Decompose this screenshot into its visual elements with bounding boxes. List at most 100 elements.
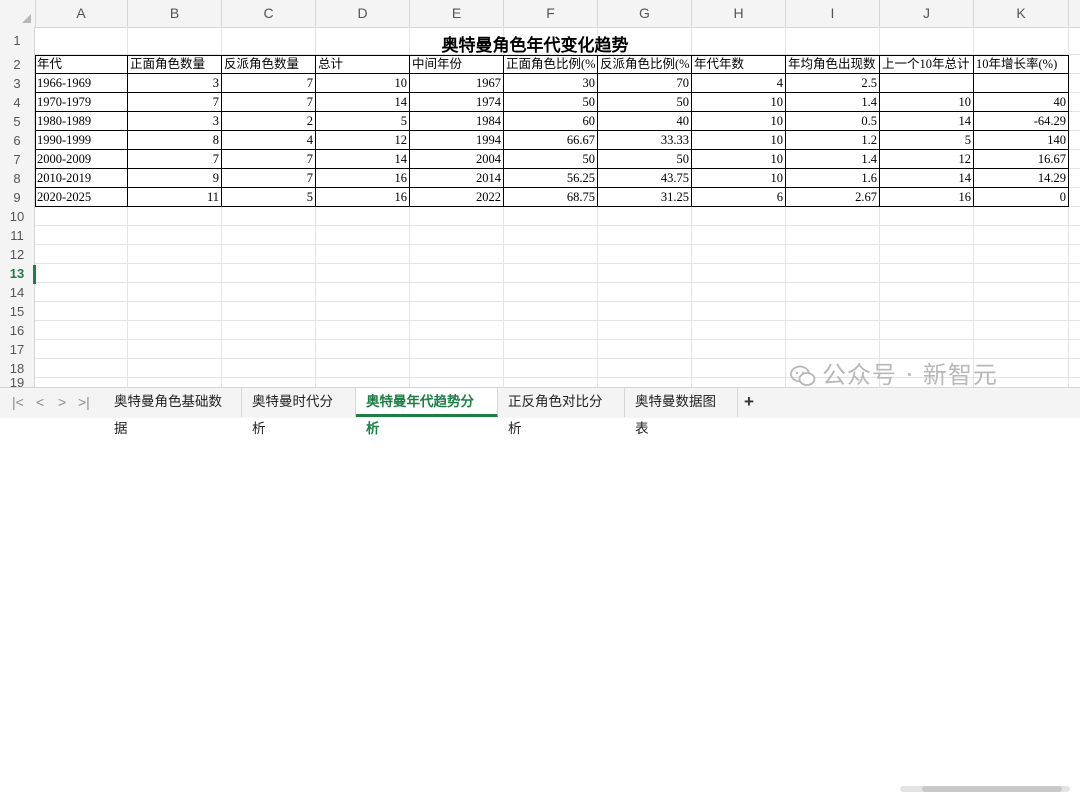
table-cell[interactable]: 7 <box>222 150 316 169</box>
table-cell[interactable]: 2.5 <box>786 74 880 93</box>
table-cell[interactable]: 56.25 <box>504 169 598 188</box>
column-header-j[interactable]: J <box>880 0 974 27</box>
header-cell[interactable]: 10年增长率(%) <box>974 55 1069 74</box>
header-cell[interactable]: 年均角色出现数 <box>786 55 880 74</box>
table-cell[interactable]: 1.4 <box>786 93 880 112</box>
table-cell[interactable]: 43.75 <box>598 169 692 188</box>
table-cell[interactable]: 40 <box>598 112 692 131</box>
table-cell[interactable]: 3 <box>128 74 222 93</box>
table-cell[interactable]: 0.5 <box>786 112 880 131</box>
table-cell[interactable]: 68.75 <box>504 188 598 207</box>
column-header-b[interactable]: B <box>128 0 222 27</box>
table-cell[interactable]: 14 <box>880 112 974 131</box>
next-sheet-button[interactable]: > <box>58 394 66 410</box>
table-cell[interactable]: 14.29 <box>974 169 1069 188</box>
table-cell[interactable]: 2010-2019 <box>35 169 128 188</box>
select-all-corner[interactable] <box>0 0 36 27</box>
row-header-8[interactable]: 8 <box>0 169 35 188</box>
table-cell[interactable]: 0 <box>974 188 1069 207</box>
table-cell[interactable]: 1.4 <box>786 150 880 169</box>
table-cell[interactable]: 10 <box>316 74 410 93</box>
row-header-9[interactable]: 9 <box>0 188 35 207</box>
table-cell[interactable]: 10 <box>692 131 786 150</box>
table-cell[interactable]: 1.2 <box>786 131 880 150</box>
table-cell[interactable]: 66.67 <box>504 131 598 150</box>
table-cell[interactable]: 31.25 <box>598 188 692 207</box>
column-header-g[interactable]: G <box>598 0 692 27</box>
row-header-6[interactable]: 6 <box>0 131 35 150</box>
table-cell[interactable]: 11 <box>128 188 222 207</box>
table-cell[interactable]: 70 <box>598 74 692 93</box>
table-cell[interactable]: 10 <box>692 112 786 131</box>
add-sheet-button[interactable]: + <box>744 392 754 412</box>
row-header-5[interactable]: 5 <box>0 112 35 131</box>
table-cell[interactable]: 2000-2009 <box>35 150 128 169</box>
table-cell[interactable]: 14 <box>316 150 410 169</box>
row-header-15[interactable]: 15 <box>0 302 35 321</box>
table-cell[interactable]: 14 <box>316 93 410 112</box>
header-cell[interactable]: 总计 <box>316 55 410 74</box>
table-cell[interactable]: 1980-1989 <box>35 112 128 131</box>
table-cell[interactable]: 1.6 <box>786 169 880 188</box>
header-cell[interactable]: 正面角色比例(% <box>504 55 598 74</box>
table-cell[interactable]: 1994 <box>410 131 504 150</box>
table-cell[interactable]: 7 <box>222 93 316 112</box>
table-cell[interactable]: 5 <box>222 188 316 207</box>
table-cell[interactable]: 9 <box>128 169 222 188</box>
row-header-17[interactable]: 17 <box>0 340 35 359</box>
table-cell[interactable]: 2 <box>222 112 316 131</box>
header-cell[interactable]: 正面角色数量 <box>128 55 222 74</box>
table-cell[interactable]: 30 <box>504 74 598 93</box>
table-cell[interactable]: 12 <box>880 150 974 169</box>
row-header-12[interactable]: 12 <box>0 245 35 264</box>
header-cell[interactable]: 反派角色数量 <box>222 55 316 74</box>
table-cell[interactable]: 10 <box>692 93 786 112</box>
column-header-f[interactable]: F <box>504 0 598 27</box>
table-cell[interactable]: 7 <box>222 74 316 93</box>
header-cell[interactable]: 反派角色比例(% <box>598 55 692 74</box>
table-cell[interactable]: 2020-2025 <box>35 188 128 207</box>
table-cell[interactable]: 2022 <box>410 188 504 207</box>
table-cell[interactable]: 16 <box>880 188 974 207</box>
table-cell[interactable]: 14 <box>880 169 974 188</box>
row-header-4[interactable]: 4 <box>0 93 35 112</box>
table-cell[interactable]: 7 <box>222 169 316 188</box>
table-cell[interactable]: 3 <box>128 112 222 131</box>
horizontal-scrollbar[interactable] <box>900 784 1070 794</box>
table-cell[interactable]: 50 <box>504 93 598 112</box>
first-sheet-button[interactable]: |< <box>12 394 24 410</box>
table-cell[interactable]: 1984 <box>410 112 504 131</box>
table-cell[interactable]: 50 <box>598 150 692 169</box>
table-cell[interactable]: 5 <box>316 112 410 131</box>
tab-era-analysis[interactable]: 奥特曼时代分析 <box>242 388 356 436</box>
table-cell[interactable]: 7 <box>128 93 222 112</box>
table-cell[interactable]: 10 <box>880 93 974 112</box>
table-cell[interactable]: 1970-1979 <box>35 93 128 112</box>
table-cell[interactable]: 1990-1999 <box>35 131 128 150</box>
column-header-k[interactable]: K <box>974 0 1069 27</box>
prev-sheet-button[interactable]: < <box>36 394 44 410</box>
row-header-1[interactable]: 1 <box>0 27 35 55</box>
row-header-11[interactable]: 11 <box>0 226 35 245</box>
row-header-16[interactable]: 16 <box>0 321 35 340</box>
table-cell[interactable]: 10 <box>692 169 786 188</box>
tab-decade-trend[interactable]: 奥特曼年代趋势分析 <box>356 388 498 436</box>
table-cell[interactable]: 7 <box>128 150 222 169</box>
table-cell[interactable]: 1967 <box>410 74 504 93</box>
column-header-e[interactable]: E <box>410 0 504 27</box>
row-header-7[interactable]: 7 <box>0 150 35 169</box>
table-cell[interactable]: 50 <box>504 150 598 169</box>
table-cell[interactable]: 4 <box>222 131 316 150</box>
row-header-2[interactable]: 2 <box>0 55 35 74</box>
table-cell[interactable]: 33.33 <box>598 131 692 150</box>
table-cell[interactable]: 16 <box>316 188 410 207</box>
table-cell[interactable]: 2.67 <box>786 188 880 207</box>
table-cell[interactable]: 50 <box>598 93 692 112</box>
table-cell[interactable]: 1966-1969 <box>35 74 128 93</box>
column-header-h[interactable]: H <box>692 0 786 27</box>
table-cell[interactable]: 4 <box>692 74 786 93</box>
tab-basic-data[interactable]: 奥特曼角色基础数据 <box>104 388 242 436</box>
table-cell[interactable]: 10 <box>692 150 786 169</box>
column-header-i[interactable]: I <box>786 0 880 27</box>
row-header-14[interactable]: 14 <box>0 283 35 302</box>
